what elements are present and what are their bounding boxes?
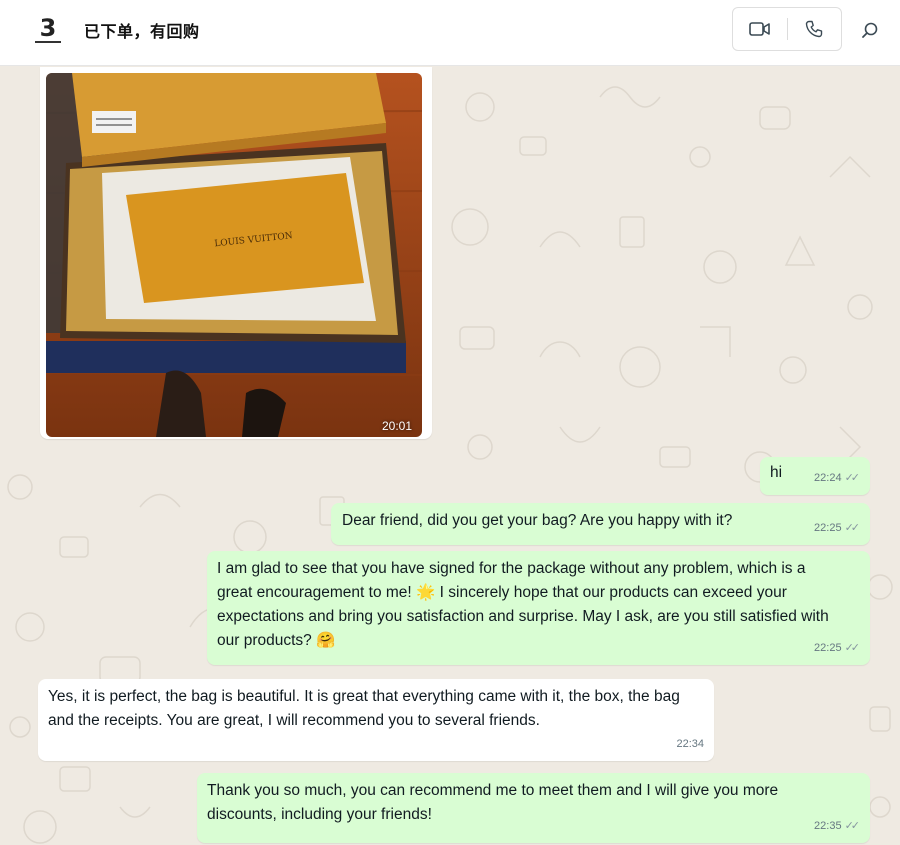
message-time: 22:34 <box>676 738 704 750</box>
image-timestamp: 20:01 <box>381 419 412 433</box>
message-meta: 22:24 ✓✓ <box>814 466 860 490</box>
avatar[interactable]: 3 <box>28 10 68 50</box>
read-ticks-icon: ✓✓ <box>844 522 861 534</box>
avatar-logo: 3 <box>39 14 57 42</box>
voice-call-icon <box>806 20 823 38</box>
message-time: 22:25 <box>814 642 842 654</box>
video-call-button[interactable] <box>733 8 787 50</box>
call-button-group <box>732 7 842 51</box>
message-meta: 22:25 ✓✓ <box>814 516 860 540</box>
message-text: Dear friend, did you get your bag? Are y… <box>342 512 733 529</box>
message-text: I am glad to see that you have signed fo… <box>217 560 829 649</box>
message-bubble-outgoing[interactable]: Thank you so much, you can recommend me … <box>197 773 870 843</box>
message-time: 22:24 <box>814 472 842 484</box>
message-bubble-outgoing[interactable]: hi 22:24 ✓✓ <box>760 457 870 495</box>
read-ticks-icon: ✓✓ <box>844 820 861 832</box>
message-bubble-outgoing[interactable]: Dear friend, did you get your bag? Are y… <box>331 503 870 545</box>
message-text: Thank you so much, you can recommend me … <box>207 782 779 823</box>
message-meta: 22:35 ✓✓ <box>814 814 860 838</box>
chat-header: 3 已下单，有回购 <box>0 0 900 66</box>
message-text: Yes, it is perfect, the bag is beautiful… <box>48 688 680 729</box>
voice-call-button[interactable] <box>787 8 841 50</box>
message-bubble-outgoing[interactable]: I am glad to see that you have signed fo… <box>207 551 870 665</box>
image-message[interactable]: LOUIS VUITTON 20:01 <box>40 67 432 439</box>
message-meta: 22:34 <box>676 732 704 756</box>
message-meta: 22:25 ✓✓ <box>814 636 860 660</box>
message-time: 22:35 <box>814 820 842 832</box>
chat-title[interactable]: 已下单，有回购 <box>84 18 200 42</box>
avatar-underline <box>35 41 61 43</box>
video-call-icon <box>748 22 770 36</box>
search-icon <box>862 22 878 38</box>
message-text: hi <box>770 464 783 481</box>
read-ticks-icon: ✓✓ <box>844 472 861 484</box>
read-ticks-icon: ✓✓ <box>844 642 861 654</box>
chat-area[interactable]: LOUIS VUITTON 20:01 hi 22:24 ✓✓ Dear fri… <box>0 67 900 845</box>
photo[interactable]: LOUIS VUITTON 20:01 <box>46 73 422 437</box>
search-button[interactable] <box>856 16 884 44</box>
message-bubble-incoming[interactable]: Yes, it is perfect, the bag is beautiful… <box>38 679 714 761</box>
message-time: 22:25 <box>814 522 842 534</box>
package-photo: LOUIS VUITTON <box>46 73 422 437</box>
